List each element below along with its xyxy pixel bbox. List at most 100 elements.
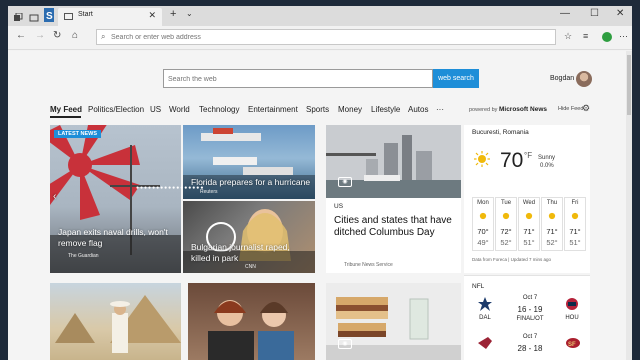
active-tab-underline: [50, 116, 81, 118]
new-tab-icon[interactable]: +: [170, 8, 176, 20]
tab-politics[interactable]: Politics/Election: [88, 105, 144, 114]
powered-prefix: powered by: [469, 107, 498, 113]
navigation-bar: ← → ↻ ⌂ ⌕ ☆ ≡ ⋯: [8, 26, 632, 50]
web-search-input[interactable]: [168, 73, 428, 85]
cardinals-logo-icon: [478, 337, 492, 349]
day-low: 52°: [546, 238, 558, 247]
pyramids-news-card[interactable]: [50, 283, 181, 360]
tab-sports[interactable]: Sports: [306, 105, 329, 114]
nfl-title[interactable]: NFL: [472, 283, 484, 290]
tab-autos[interactable]: Autos: [408, 105, 428, 114]
favorite-star-icon[interactable]: ☆: [564, 31, 572, 42]
address-bar[interactable]: ⌕: [96, 29, 556, 45]
day-low: 51°: [569, 238, 581, 247]
forecast-day[interactable]: Wed 71° 51°: [518, 197, 540, 251]
maximize-icon[interactable]: ☐: [590, 8, 599, 19]
day-low: 49°: [477, 238, 489, 247]
home-icon[interactable]: ⌂: [72, 30, 78, 41]
day-low: 52°: [500, 238, 512, 247]
nfl-card[interactable]: NFL DAL Oct 7 16 - 19 FINAL/OT HOU Oct 7…: [464, 275, 590, 360]
main-news-card[interactable]: LATEST NEWS ‹ Japan exits naval drills, …: [50, 125, 181, 273]
sun-icon: [571, 212, 579, 220]
weather-card[interactable]: Bucuresti, Romania 70 °F Sunny 0.0% Mon …: [464, 125, 590, 273]
pyramids-image: [55, 295, 181, 353]
forecast-day[interactable]: Tue 72° 52°: [495, 197, 517, 251]
set-aside-tabs-icon[interactable]: [29, 10, 39, 22]
forecast-day[interactable]: Mon 70° 49°: [472, 197, 494, 251]
page-icon: [64, 13, 73, 20]
page-scrollbar[interactable]: [626, 51, 632, 360]
start-page: web search Bogdan My Feed Politics/Elect…: [8, 51, 632, 360]
day-high: 71°: [569, 227, 581, 236]
tab-lifestyle[interactable]: Lifestyle: [371, 105, 400, 114]
day-high: 71°: [546, 227, 558, 236]
refresh-icon[interactable]: ↻: [53, 30, 61, 41]
latest-news-badge: LATEST NEWS: [54, 130, 102, 138]
search-icon: ⌕: [101, 32, 106, 41]
day-high: 70°: [477, 227, 489, 236]
game-date: Oct 7: [522, 334, 538, 340]
avatar[interactable]: [576, 71, 592, 87]
tab-entertainment[interactable]: Entertainment: [248, 105, 298, 114]
svg-text:S: S: [46, 11, 53, 22]
tab-us[interactable]: US: [150, 105, 161, 114]
back-arrow-icon[interactable]: ←: [16, 30, 26, 41]
day-name: Fri: [571, 200, 579, 206]
columbus-source: Tribune News Service: [344, 262, 393, 268]
camera-icon: ◉: [338, 177, 352, 187]
extension-icon[interactable]: [602, 32, 612, 42]
city-skyline-image: [326, 125, 461, 198]
forecast-day[interactable]: Thu 71° 52°: [541, 197, 563, 251]
day-high: 72°: [500, 227, 512, 236]
game-date: Oct 7: [522, 295, 538, 301]
bulgarian-news-card[interactable]: › Bulgarian journalist raped, killed in …: [183, 201, 315, 273]
minimize-icon[interactable]: —: [560, 8, 570, 19]
scrollbar-thumb[interactable]: [627, 55, 631, 115]
main-headline[interactable]: Japan exits naval drills, won't remove f…: [58, 227, 176, 249]
columbus-category[interactable]: US: [334, 203, 343, 210]
gear-icon[interactable]: ⚙: [582, 103, 590, 114]
tab-technology[interactable]: Technology: [199, 105, 239, 114]
weather-location[interactable]: Bucuresti, Romania: [472, 129, 529, 136]
cowboys-star-icon: [478, 297, 492, 311]
user-name[interactable]: Bogdan: [550, 75, 574, 82]
more-categories-icon[interactable]: ···: [436, 105, 444, 114]
tab-money[interactable]: Money: [338, 105, 362, 114]
columbus-news-card[interactable]: ◉ US Cities and states that have ditched…: [326, 125, 461, 273]
people-image: [208, 300, 294, 360]
weather-footer: Data from Foreca | Updated 7 mins ago: [472, 257, 551, 262]
tab-world[interactable]: World: [169, 105, 190, 114]
web-search-button[interactable]: web search: [433, 69, 479, 88]
s-extension-icon[interactable]: S: [44, 8, 54, 22]
sun-icon: [479, 212, 487, 220]
food-news-card[interactable]: ◉: [326, 283, 461, 360]
game-status: FINAL/OT: [516, 316, 544, 322]
tab-close-icon[interactable]: ✕: [148, 10, 156, 21]
hub-icon[interactable]: ≡: [583, 31, 588, 41]
game-score: 16 - 19: [517, 305, 543, 314]
tab-actions-icon[interactable]: [13, 10, 23, 21]
tab-strip: S Start ✕ + ⌄ — ☐ ✕: [8, 6, 632, 26]
temp-unit[interactable]: °F: [524, 151, 532, 160]
carousel-next-icon[interactable]: ›: [304, 201, 307, 202]
more-icon[interactable]: ⋯: [619, 31, 628, 42]
florida-headline[interactable]: Florida prepares for a hurricane: [191, 177, 311, 188]
svg-text:SF: SF: [568, 342, 576, 348]
carousel-dots[interactable]: ●●●●●●●●●●●●●●●●●: [136, 185, 204, 191]
carousel-prev-icon[interactable]: ‹: [53, 191, 56, 202]
divider: [464, 275, 590, 276]
royals-news-card[interactable]: [188, 283, 315, 360]
hide-feed-link[interactable]: Hide Feed: [558, 106, 583, 112]
address-input[interactable]: [111, 32, 541, 43]
web-search-box[interactable]: [163, 69, 433, 88]
close-window-icon[interactable]: ✕: [616, 8, 624, 19]
day-name: Tue: [500, 200, 512, 206]
tab-list-chevron-icon[interactable]: ⌄: [186, 9, 193, 18]
forecast-day[interactable]: Fri 71° 51°: [564, 197, 586, 251]
forward-arrow-icon[interactable]: →: [35, 30, 45, 41]
bulgarian-headline[interactable]: Bulgarian journalist raped, killed in pa…: [191, 242, 311, 264]
tab-start[interactable]: Start ✕: [58, 8, 162, 26]
columbus-headline[interactable]: Cities and states that have ditched Colu…: [334, 215, 454, 239]
tab-title: Start: [78, 11, 93, 18]
tab-my-feed[interactable]: My Feed: [50, 105, 82, 114]
